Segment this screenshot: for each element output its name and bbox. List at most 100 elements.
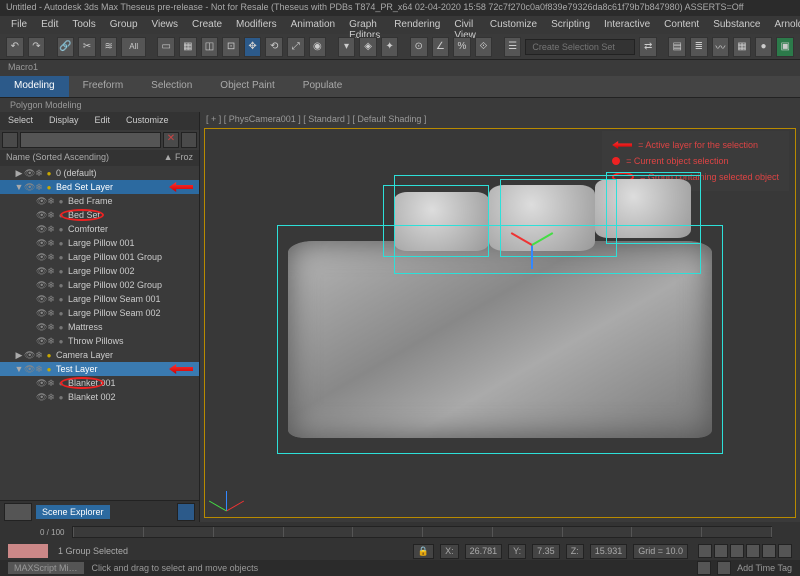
- freeze-icon[interactable]: ❄: [46, 280, 56, 291]
- layers-button[interactable]: ≣: [690, 37, 708, 57]
- tree-header-name[interactable]: Name (Sorted Ascending): [6, 152, 109, 164]
- visibility-icon[interactable]: 👁: [36, 224, 46, 235]
- render-setup-button[interactable]: ▣: [776, 37, 794, 57]
- angle-snap-button[interactable]: ∠: [432, 37, 450, 57]
- filter-options-button[interactable]: [181, 132, 197, 148]
- menu-arnold[interactable]: Arnold: [767, 16, 800, 34]
- visibility-icon[interactable]: 👁: [36, 378, 46, 389]
- scale-button[interactable]: ⤢: [287, 37, 305, 57]
- timeline-track[interactable]: [72, 526, 772, 538]
- gizmo-x-axis[interactable]: [510, 232, 532, 246]
- tree-row[interactable]: 👁❄Blanket 002: [0, 390, 199, 404]
- explorer-tab-display[interactable]: Display: [41, 112, 87, 130]
- ribbon-tab-modeling[interactable]: Modeling: [0, 76, 69, 97]
- layer-tree[interactable]: ▶👁❄0 (default)▼👁❄Bed Set Layer👁❄Bed Fram…: [0, 166, 199, 500]
- tree-row[interactable]: 👁❄Blanket 001: [0, 376, 199, 390]
- freeze-icon[interactable]: ❄: [46, 238, 56, 249]
- visibility-icon[interactable]: 👁: [36, 322, 46, 333]
- schematic-button[interactable]: ▦: [733, 37, 751, 57]
- menu-substance[interactable]: Substance: [706, 16, 767, 34]
- tree-header-frozen[interactable]: ▲ Froz: [164, 152, 193, 164]
- twisty-icon[interactable]: ▼: [14, 182, 24, 192]
- freeze-icon[interactable]: ❄: [46, 224, 56, 235]
- menu-group[interactable]: Group: [103, 16, 145, 34]
- explorer-toggle-button[interactable]: [177, 503, 195, 521]
- tree-row[interactable]: 👁❄Large Pillow 002: [0, 264, 199, 278]
- link-button[interactable]: 🔗: [57, 37, 75, 57]
- menu-interactive[interactable]: Interactive: [597, 16, 657, 34]
- viewport-canvas[interactable]: = Active layer for the selection = Curre…: [204, 128, 796, 518]
- tree-row[interactable]: 👁❄Large Pillow 002 Group: [0, 278, 199, 292]
- tree-row[interactable]: 👁❄Bed Set: [0, 208, 199, 222]
- filter-type-button[interactable]: [2, 132, 18, 148]
- ref-coord-button[interactable]: ▾: [338, 37, 356, 57]
- freeze-icon[interactable]: ❄: [46, 322, 56, 333]
- next-frame-button[interactable]: [746, 544, 760, 558]
- menu-create[interactable]: Create: [185, 16, 229, 34]
- select-object-button[interactable]: ▭: [157, 37, 175, 57]
- key-mode-button[interactable]: [778, 544, 792, 558]
- goto-end-button[interactable]: [762, 544, 776, 558]
- visibility-icon[interactable]: 👁: [36, 252, 46, 263]
- twisty-icon[interactable]: ▶: [14, 168, 24, 179]
- menu-content[interactable]: Content: [657, 16, 706, 34]
- freeze-icon[interactable]: ❄: [46, 196, 56, 207]
- lock-selection-button[interactable]: [717, 561, 731, 575]
- menu-civil-view[interactable]: Civil View: [447, 16, 483, 34]
- visibility-icon[interactable]: 👁: [36, 238, 46, 249]
- twisty-icon[interactable]: ▶: [14, 350, 24, 361]
- gizmo-z-axis[interactable]: [531, 245, 533, 269]
- visibility-icon[interactable]: 👁: [36, 266, 46, 277]
- visibility-icon[interactable]: 👁: [36, 210, 46, 221]
- visibility-icon[interactable]: 👁: [24, 182, 34, 193]
- time-tag-button[interactable]: Add Time Tag: [737, 563, 792, 573]
- visibility-icon[interactable]: 👁: [24, 364, 34, 375]
- menu-file[interactable]: File: [4, 16, 34, 34]
- tree-row[interactable]: ▼👁❄Bed Set Layer: [0, 180, 199, 194]
- tree-row[interactable]: ▶👁❄0 (default): [0, 166, 199, 180]
- ribbon-tab-freeform[interactable]: Freeform: [69, 76, 138, 97]
- menu-edit[interactable]: Edit: [34, 16, 65, 34]
- filter-clear-button[interactable]: ✕: [163, 132, 179, 148]
- prev-frame-button[interactable]: [714, 544, 728, 558]
- menu-rendering[interactable]: Rendering: [387, 16, 447, 34]
- select-region-button[interactable]: ◫: [201, 37, 219, 57]
- unlink-button[interactable]: ✂: [78, 37, 96, 57]
- tree-row[interactable]: 👁❄Large Pillow Seam 002: [0, 306, 199, 320]
- menu-modifiers[interactable]: Modifiers: [229, 16, 284, 34]
- tree-header[interactable]: Name (Sorted Ascending) ▲ Froz: [0, 150, 199, 166]
- freeze-icon[interactable]: ❄: [46, 210, 56, 221]
- pivot-button[interactable]: ◈: [359, 37, 377, 57]
- ribbon-tab-selection[interactable]: Selection: [137, 76, 206, 97]
- tree-row[interactable]: ▼👁❄Test Layer: [0, 362, 199, 376]
- move-gizmo[interactable]: [511, 225, 551, 265]
- tree-row[interactable]: 👁❄Large Pillow 001: [0, 236, 199, 250]
- menu-scripting[interactable]: Scripting: [544, 16, 597, 34]
- percent-snap-button[interactable]: %: [453, 37, 471, 57]
- freeze-icon[interactable]: ❄: [34, 364, 44, 375]
- visibility-icon[interactable]: 👁: [24, 168, 34, 179]
- spinner-snap-button[interactable]: ⟐: [475, 37, 493, 57]
- menu-animation[interactable]: Animation: [284, 16, 342, 34]
- freeze-icon[interactable]: ❄: [34, 350, 44, 361]
- redo-button[interactable]: ↷: [28, 37, 46, 57]
- tree-row[interactable]: ▶👁❄Camera Layer: [0, 348, 199, 362]
- gizmo-y-axis[interactable]: [531, 232, 553, 246]
- visibility-icon[interactable]: 👁: [36, 336, 46, 347]
- ribbon-subpanel[interactable]: Polygon Modeling: [0, 98, 800, 112]
- isolate-button[interactable]: [697, 561, 711, 575]
- explorer-tab-select[interactable]: Select: [0, 112, 41, 130]
- selection-set-input[interactable]: [525, 39, 635, 55]
- twisty-icon[interactable]: ▼: [14, 364, 24, 374]
- freeze-icon[interactable]: ❄: [46, 266, 56, 277]
- material-button[interactable]: ●: [755, 37, 773, 57]
- tree-row[interactable]: 👁❄Bed Frame: [0, 194, 199, 208]
- manipulate-button[interactable]: ✦: [381, 37, 399, 57]
- tree-row[interactable]: 👁❄Throw Pillows: [0, 334, 199, 348]
- filter-input[interactable]: [20, 132, 161, 148]
- freeze-icon[interactable]: ❄: [46, 308, 56, 319]
- tree-row[interactable]: 👁❄Large Pillow 001 Group: [0, 250, 199, 264]
- visibility-icon[interactable]: 👁: [36, 280, 46, 291]
- tree-row[interactable]: 👁❄Comforter: [0, 222, 199, 236]
- maxscript-listener-button[interactable]: MAXScript Mi…: [8, 562, 84, 574]
